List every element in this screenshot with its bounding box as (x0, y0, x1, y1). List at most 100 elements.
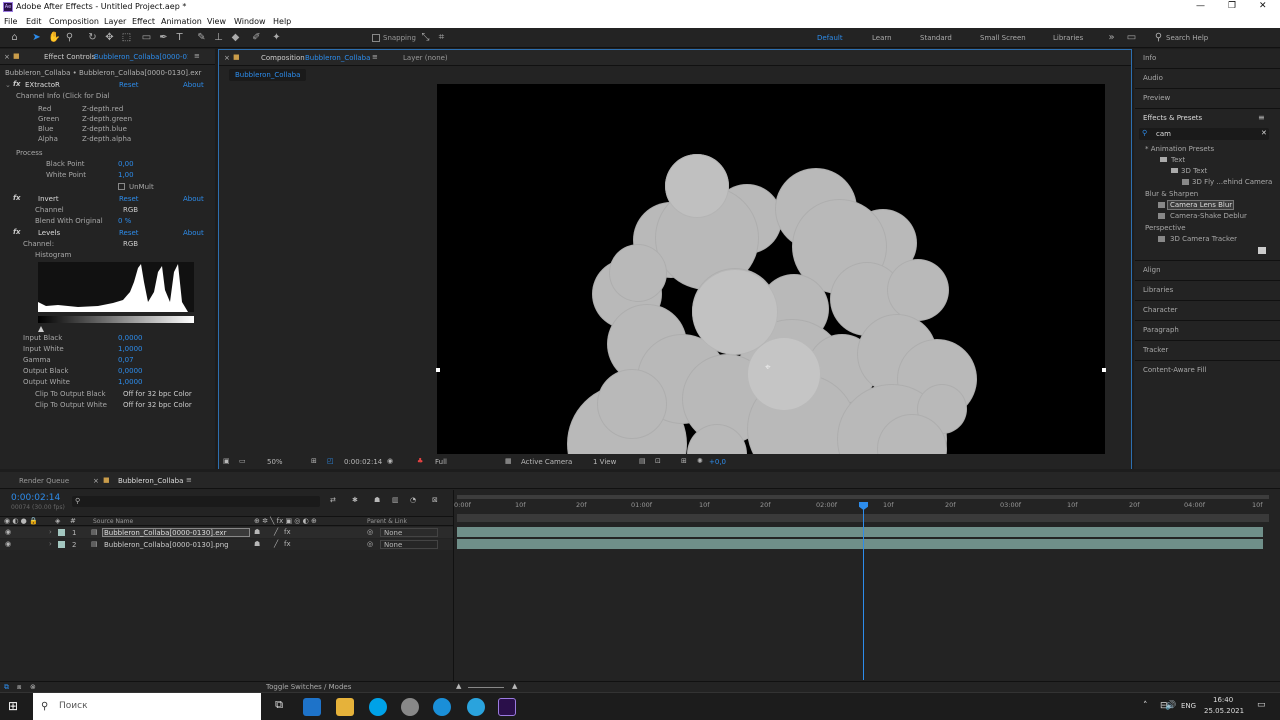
preset-tree-item[interactable]: Camera Lens Blur (1170, 201, 1232, 209)
composition-tab-name[interactable]: Bubbleron_Collaba (305, 54, 370, 62)
input-white-value[interactable]: 1,0000 (118, 345, 143, 353)
snapshot-icon[interactable]: ◉ (387, 457, 393, 465)
zoom-out-icon[interactable]: ▲ (456, 682, 461, 690)
layer-name[interactable]: Bubbleron_Collaba[0000-0130].exr (104, 529, 226, 537)
clock-time[interactable]: 16:40 (1213, 696, 1233, 704)
frame-blending-icon[interactable]: ▥ (392, 496, 399, 504)
rotate-tool-icon[interactable]: ↻ (87, 32, 98, 43)
volume-icon[interactable]: 🔊 (1165, 701, 1176, 711)
timeline-timecode[interactable]: 0:00:02:14 (11, 493, 60, 503)
menu-window[interactable]: Window (234, 17, 266, 26)
menu-view[interactable]: View (207, 17, 226, 26)
label-color-swatch[interactable] (58, 529, 65, 536)
always-preview-icon[interactable]: ▣ (223, 457, 230, 465)
panel-menu-icon[interactable]: ≡ (1258, 113, 1265, 122)
orbit-tool-icon[interactable]: ✥ (104, 32, 115, 43)
camera-dropdown[interactable]: Active Camera (521, 458, 572, 466)
pan-behind-tool-icon[interactable]: ⬚ (121, 32, 132, 43)
preset-tree-item[interactable]: Blur & Sharpen (1145, 190, 1198, 198)
puppet-tool-icon[interactable]: ✦ (271, 32, 282, 43)
clip-white-dropdown[interactable]: Off for 32 bpc Color (123, 401, 192, 409)
pixel-aspect-icon[interactable]: ⊡ (655, 457, 661, 465)
levels-channel-dropdown[interactable]: RGB (123, 240, 197, 248)
preset-tree-item[interactable]: Text (1171, 156, 1185, 164)
twirl-icon[interactable]: › (49, 528, 52, 536)
exposure-reset-icon[interactable]: ✺ (697, 457, 703, 465)
layer-bar[interactable] (457, 539, 1263, 549)
invert-about[interactable]: About (183, 195, 204, 203)
anchor-point-icon[interactable]: ⌖ (765, 362, 771, 373)
graph-editor-icon[interactable]: ⊠ (432, 496, 438, 504)
layer-handle-right[interactable] (1102, 368, 1106, 372)
tray-chevron-icon[interactable]: ˄ (1143, 701, 1148, 711)
effects-presets-title[interactable]: Effects & Presets (1143, 114, 1202, 122)
roto-brush-tool-icon[interactable]: ✐ (251, 32, 262, 43)
histogram-chart[interactable] (38, 262, 194, 334)
blend-value[interactable]: 0 % (118, 217, 131, 225)
notifications-icon[interactable]: ▭ (1257, 700, 1266, 710)
panel-menu-icon[interactable]: ≡ (194, 52, 200, 60)
workspace-small-screen[interactable]: Small Screen (980, 34, 1026, 42)
layer-switches-icon[interactable]: ⧉ (4, 683, 9, 692)
fx-switch-icon[interactable]: fx (284, 528, 291, 536)
menu-effect[interactable]: Effect (132, 17, 155, 26)
preview-panel-tab[interactable]: Preview (1143, 94, 1170, 102)
exposure-value[interactable]: +0,0 (709, 458, 726, 466)
output-black-value[interactable]: 0,0000 (118, 367, 143, 375)
character-panel-tab[interactable]: Character (1143, 306, 1178, 314)
rectangle-tool-icon[interactable]: ▭ (141, 32, 152, 43)
channel-info[interactable]: Channel Info (Click for Dial (16, 92, 110, 100)
menu-file[interactable]: File (4, 17, 17, 26)
flowchart-icon[interactable]: ⊞ (681, 457, 687, 465)
layer-handle-left[interactable] (436, 368, 440, 372)
levels-about[interactable]: About (183, 229, 204, 237)
fast-previews-icon[interactable]: ▦ (505, 457, 512, 465)
pickwhip-icon[interactable]: ◎ (367, 528, 373, 536)
clone-stamp-tool-icon[interactable]: ⊥ (213, 32, 224, 43)
workspace-libraries[interactable]: Libraries (1053, 34, 1083, 42)
eye-icon[interactable]: ◉ (5, 540, 11, 548)
selection-tool-icon[interactable]: ➤ (31, 32, 42, 43)
panel-menu-icon[interactable]: ≡ (186, 476, 192, 484)
fx-switch-icon[interactable]: fx (284, 540, 291, 548)
quality-switch-icon[interactable]: ╱ (274, 528, 278, 536)
levels-reset[interactable]: Reset (119, 229, 139, 237)
views-dropdown[interactable]: 1 View (593, 458, 616, 466)
zoom-slider[interactable] (468, 687, 504, 688)
panel-menu-icon[interactable]: ≡ (372, 53, 378, 61)
language-indicator[interactable]: ENG (1181, 702, 1196, 710)
content-aware-fill-panel-tab[interactable]: Content-Aware Fill (1143, 366, 1206, 374)
align-panel-tab[interactable]: Align (1143, 266, 1161, 274)
transfer-controls-icon[interactable]: ⧈ (17, 683, 21, 692)
composition-tab-label[interactable]: Composition (261, 54, 305, 62)
zoom-in-icon[interactable]: ▲ (512, 682, 517, 690)
search-help-icon[interactable]: ⚲ (1153, 32, 1164, 43)
snap-options-icon[interactable]: ⤡ (420, 32, 431, 43)
text-tool-icon[interactable]: T (174, 32, 185, 43)
snap-mode-icon[interactable]: ⌗ (436, 32, 447, 43)
toggle-switches-modes[interactable]: Toggle Switches / Modes (266, 683, 351, 691)
white-point-value[interactable]: 1,00 (118, 171, 134, 179)
start-button[interactable]: ⊞ (8, 699, 22, 713)
hand-tool-icon[interactable]: ✋ (48, 32, 60, 43)
layer-tab[interactable]: Layer (none) (403, 54, 448, 62)
current-time[interactable]: 0:00:02:14 (344, 458, 382, 466)
timeline-comp-tab[interactable]: Bubbleron_Collaba (118, 477, 183, 485)
menu-animation[interactable]: Animation (161, 17, 202, 26)
preset-tree-item[interactable]: 3D Text (1181, 167, 1207, 175)
comp-mini-flowchart-icon[interactable]: ⇄ (330, 496, 336, 504)
mask-visibility-icon[interactable]: ◰ (327, 457, 334, 465)
output-white-value[interactable]: 1,0000 (118, 378, 143, 386)
layer-name[interactable]: Bubbleron_Collaba[0000-0130].png (104, 541, 229, 549)
table-row[interactable]: ◉ › 2 ▤ Bubbleron_Collaba[0000-0130].png… (0, 539, 453, 550)
task-view-icon[interactable]: ⧉ (270, 698, 288, 716)
more-workspaces-icon[interactable]: » (1106, 32, 1117, 43)
fx-icon[interactable]: fx (13, 228, 21, 236)
paragraph-panel-tab[interactable]: Paragraph (1143, 326, 1179, 334)
region-of-interest-icon[interactable]: ▭ (239, 457, 246, 465)
menu-composition[interactable]: Composition (49, 17, 99, 26)
after-effects-icon[interactable] (498, 698, 516, 716)
menu-help[interactable]: Help (273, 17, 291, 26)
shy-switch-icon[interactable]: ☗ (254, 528, 260, 536)
invert-reset[interactable]: Reset (119, 195, 139, 203)
